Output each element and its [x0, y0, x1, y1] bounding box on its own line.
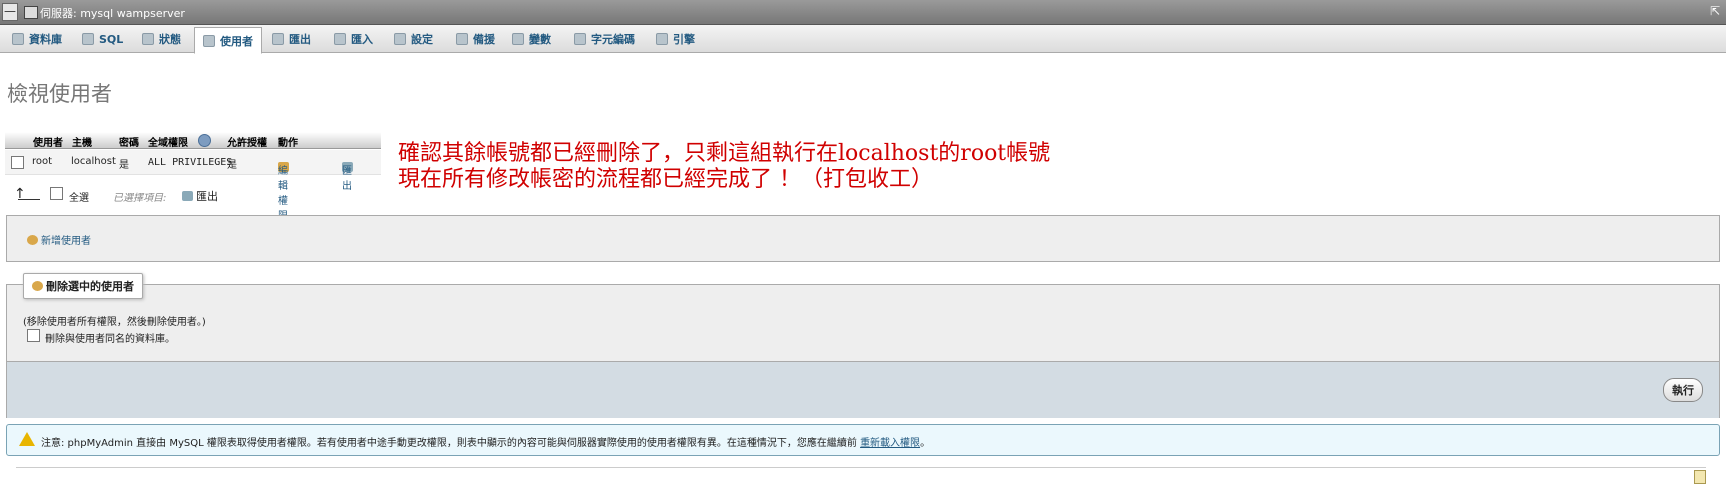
remove-users-footer: 執行: [7, 361, 1719, 418]
cell-password: 是: [119, 160, 129, 171]
tab-status[interactable]: 狀態: [142, 27, 181, 51]
variables-icon: [512, 33, 524, 45]
annotation-line-2: 現在所有修改帳密的流程都已經完成了 ！（打包收工）: [398, 167, 933, 192]
col-user: 使用者: [33, 138, 63, 149]
tab-label: 字元編碼: [591, 33, 635, 46]
status-icon: [142, 33, 154, 45]
col-grant: 允許授權: [227, 138, 267, 149]
tab-databases[interactable]: 資料庫: [12, 27, 62, 51]
remove-users-fieldset: 刪除選中的使用者 (移除使用者所有權限，然後刪除使用者。) 刪除與使用者同名的資…: [6, 273, 1720, 418]
import-icon: [334, 33, 346, 45]
tab-label: 資料庫: [29, 33, 62, 46]
tab-variables[interactable]: 變數: [512, 27, 551, 51]
col-host: 主機: [72, 138, 92, 149]
tab-label: 設定: [411, 33, 433, 46]
tab-label: 匯出: [289, 33, 311, 46]
cell-privileges: ALL PRIVILEGES: [148, 157, 233, 168]
cell-user: root: [32, 156, 53, 167]
tab-replication[interactable]: 備援: [456, 27, 495, 51]
tab-export[interactable]: 匯出: [272, 27, 311, 51]
col-password: 密碼: [119, 138, 139, 149]
export-selected-label: 匯出: [196, 190, 218, 203]
cell-grant: 是: [227, 160, 237, 171]
drop-db-checkbox[interactable]: [27, 329, 40, 342]
annotation-text: 確認其餘帳號都已經刪除了，只剩這組執行在localhost的root帳號 現在所…: [398, 141, 1050, 193]
notice-text: 注意: phpMyAdmin 直接由 MySQL 權限表取得使用者權限。若有使用…: [41, 434, 930, 449]
tab-label: SQL: [99, 32, 124, 46]
with-selected-label: 已選擇項目:: [113, 193, 167, 204]
engine-icon: [656, 33, 668, 45]
go-button[interactable]: 執行: [1663, 378, 1703, 402]
users-icon: [203, 34, 215, 47]
divider: [16, 467, 1706, 468]
notice-suffix: 。: [920, 438, 931, 449]
tab-engines[interactable]: 引擎: [656, 27, 695, 51]
arrow-line: [18, 199, 40, 200]
help-icon[interactable]: [198, 134, 211, 147]
tab-users[interactable]: 使用者: [194, 27, 262, 54]
tab-label: 匯入: [351, 33, 373, 46]
settings-icon: [394, 33, 406, 45]
col-action: 動作: [278, 138, 298, 149]
database-icon: [12, 33, 24, 45]
tab-label: 狀態: [159, 33, 181, 46]
expand-icon[interactable]: ⇱: [1710, 4, 1720, 18]
col-global-privileges: 全域權限: [148, 138, 188, 149]
add-user-panel: 新增使用者: [6, 215, 1720, 262]
check-all-label[interactable]: 全選: [69, 189, 89, 204]
export-selected-button[interactable]: 匯出: [182, 188, 218, 204]
users-table-header: 使用者 主機 密碼 全域權限 允許授權 動作: [5, 132, 381, 149]
server-breadcrumb[interactable]: 伺服器: mysql wampserver: [40, 5, 185, 21]
remove-user-icon: [32, 281, 43, 291]
remove-users-legend: 刪除選中的使用者: [23, 273, 143, 299]
export-icon: [182, 191, 193, 201]
tab-charsets[interactable]: 字元編碼: [574, 27, 635, 51]
tab-label: 引擎: [673, 33, 695, 46]
privileges-notice: 注意: phpMyAdmin 直接由 MySQL 權限表取得使用者權限。若有使用…: [6, 424, 1720, 456]
remove-users-legend-label: 刪除選中的使用者: [46, 280, 134, 293]
server-icon: [24, 6, 38, 19]
add-user-link[interactable]: 新增使用者: [27, 232, 91, 247]
table-row: root localhost 是 ALL PRIVILEGES 是 編輯權限 匯…: [5, 150, 381, 222]
add-user-icon: [27, 235, 38, 245]
tab-label: 使用者: [220, 34, 253, 48]
export-icon: [272, 33, 284, 45]
notice-message: 注意: phpMyAdmin 直接由 MySQL 權限表取得使用者權限。若有使用…: [41, 438, 857, 449]
row-checkbox[interactable]: [11, 156, 24, 169]
server-tabs: 資料庫 SQL 狀態 使用者 匯出 匯入 設定 備援 變數 字元編碼 引擎: [0, 25, 1726, 54]
tab-settings[interactable]: 設定: [394, 27, 433, 51]
tab-label: 變數: [529, 33, 551, 46]
page-title: 檢視使用者: [7, 82, 112, 106]
sql-icon: [82, 33, 94, 45]
annotation-line-1: 確認其餘帳號都已經刪除了，只剩這組執行在localhost的root帳號: [398, 141, 1051, 166]
warning-icon: [19, 432, 35, 446]
server-breadcrumb-bar: — 伺服器: mysql wampserver ⇱: [0, 0, 1726, 25]
tab-label: 備援: [473, 33, 495, 46]
cell-host: localhost: [71, 156, 116, 167]
drop-db-label[interactable]: 刪除與使用者同名的資料庫。: [45, 330, 175, 345]
replication-icon: [456, 33, 468, 45]
console-icon[interactable]: [1694, 470, 1706, 484]
charset-icon: [574, 33, 586, 45]
check-all-checkbox[interactable]: [50, 187, 63, 200]
remove-users-hint: (移除使用者所有權限，然後刪除使用者。): [23, 317, 206, 328]
tab-import[interactable]: 匯入: [334, 27, 373, 51]
reload-privileges-link[interactable]: 重新載入權限: [860, 438, 920, 449]
collapse-nav-button[interactable]: —: [2, 3, 18, 21]
add-user-label: 新增使用者: [41, 236, 91, 247]
with-selected-row: ↑ 全選 已選擇項目: 匯出: [14, 186, 314, 206]
export-user-label: 匯出: [342, 166, 352, 192]
tab-sql[interactable]: SQL: [82, 27, 123, 51]
